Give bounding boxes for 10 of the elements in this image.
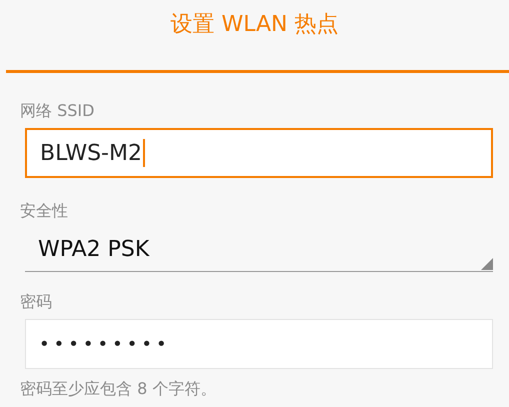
security-dropdown[interactable]: WPA2 PSK <box>25 228 493 272</box>
text-cursor-icon <box>142 139 145 167</box>
ssid-field[interactable]: BLWS-M2 <box>25 128 493 178</box>
field-label: 网络 SSID <box>20 101 96 121</box>
field-label: 密码 <box>20 292 53 312</box>
field-label: 安全性 <box>20 201 69 221</box>
dropdown-triangle-icon <box>481 258 493 270</box>
password-field[interactable]: ••••••••• <box>25 319 493 369</box>
dialog-title: 设置 WLAN 热点 <box>169 11 340 39</box>
hint-text: 密码至少应包含 8 个字符。 <box>20 378 218 400</box>
